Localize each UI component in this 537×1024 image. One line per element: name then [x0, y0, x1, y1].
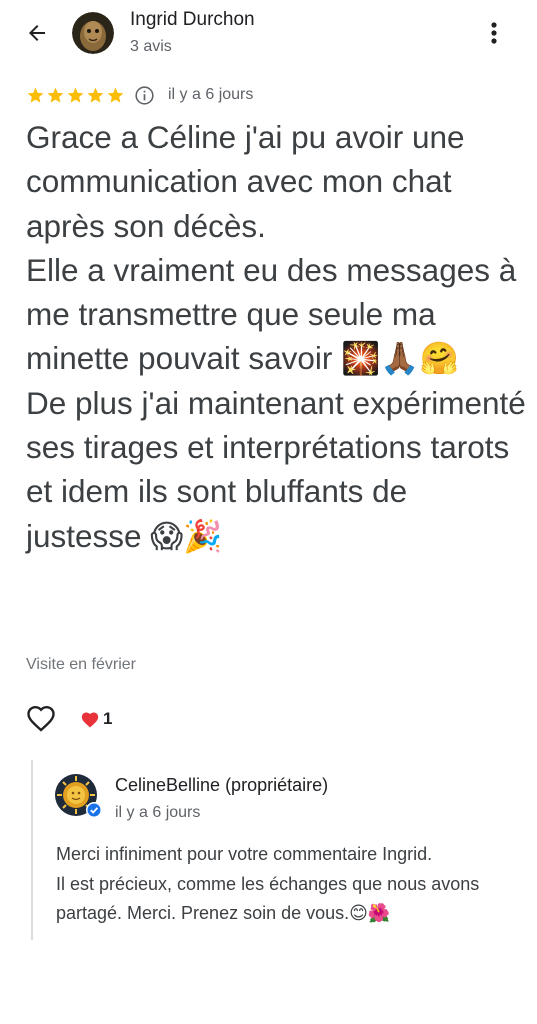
- reply-paragraph: Merci infiniment pour votre commentaire …: [56, 844, 433, 864]
- review-paragraph: De plus j'ai maintenant expérimenté ses …: [26, 384, 526, 554]
- author-review-count: 3 avis: [130, 38, 172, 55]
- owner-name[interactable]: CelineBelline (propriétaire): [115, 775, 328, 796]
- star-icon: [27, 87, 44, 103]
- arrow-left-icon: [29, 25, 45, 41]
- review-paragraph: Grace a Céline j'ai pu avoir une communi…: [26, 119, 465, 244]
- star-icon: [87, 87, 104, 103]
- more-vert-icon: [491, 22, 497, 44]
- reaction-summary[interactable]: 1: [80, 709, 112, 729]
- review-date: il y a 6 jours: [168, 86, 254, 103]
- info-icon[interactable]: [134, 85, 155, 106]
- red-heart-icon: [81, 712, 99, 728]
- reaction-count: 1: [103, 709, 113, 728]
- reply-paragraph: Il est précieux, comme les échanges que …: [56, 873, 480, 924]
- more-options-button[interactable]: [484, 20, 504, 46]
- review-paragraph: Elle a vraiment eu des messages à me tra…: [26, 251, 517, 377]
- owner-avatar[interactable]: [55, 774, 102, 820]
- author-avatar[interactable]: [72, 12, 114, 54]
- star-icon: [107, 87, 124, 103]
- heart-outline-icon[interactable]: [26, 705, 56, 733]
- owner-reply-date: il y a 6 jours: [115, 804, 201, 821]
- star-icon: [47, 87, 64, 103]
- owner-reply-text: Merci infiniment pour votre commentaire …: [56, 840, 526, 929]
- owner-reply: CelineBelline (propriétaire) il y a 6 jo…: [31, 760, 533, 940]
- review-text: Grace a Céline j'ai pu avoir une communi…: [26, 115, 531, 558]
- back-button[interactable]: [22, 18, 52, 48]
- star-rating: [26, 86, 125, 105]
- review-actions: 1: [26, 704, 112, 734]
- star-icon: [67, 87, 84, 103]
- rating-row: il y a 6 jours: [26, 82, 253, 108]
- visit-info: Visite en février: [26, 656, 136, 673]
- app-header: Ingrid Durchon 3 avis: [0, 0, 537, 70]
- author-name[interactable]: Ingrid Durchon: [130, 9, 255, 31]
